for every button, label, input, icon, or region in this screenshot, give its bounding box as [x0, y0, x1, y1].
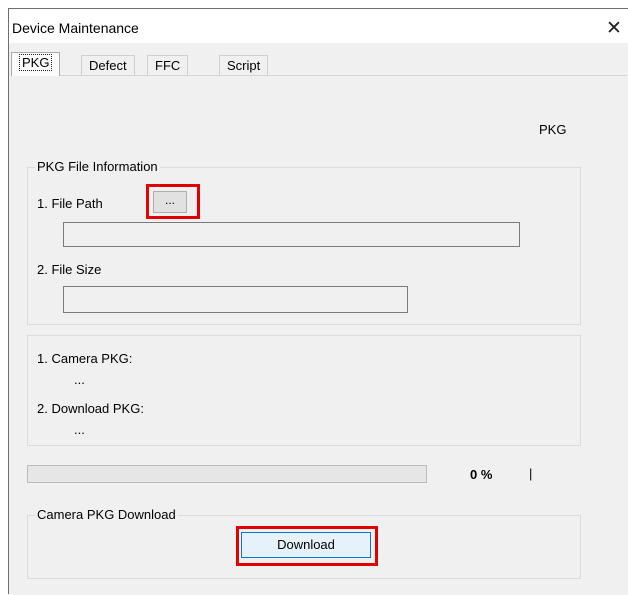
pkg-file-info-title: PKG File Information [35, 159, 160, 174]
window-title: Device Maintenance [12, 20, 139, 36]
progress-percent: 0 % [470, 467, 493, 482]
title-bar: Device Maintenance ✕ [9, 9, 628, 43]
file-size-field[interactable] [63, 286, 408, 313]
tab-pkg-label: PKG [19, 54, 53, 71]
download-pkg-label: 2. Download PKG: [37, 401, 144, 416]
file-size-label: 2. File Size [37, 262, 102, 277]
pkg-heading: PKG [539, 122, 567, 137]
tab-ffc[interactable]: FFC [147, 55, 189, 75]
file-path-label: 1. File Path [37, 196, 103, 211]
tab-pkg[interactable]: PKG [11, 52, 61, 76]
download-button[interactable]: Download [241, 532, 371, 558]
camera-pkg-value: ... [74, 372, 85, 387]
tab-strip: PKG Defect FFC Script [11, 52, 621, 76]
camera-pkg-label: 1. Camera PKG: [37, 351, 133, 366]
browse-button[interactable]: ... [153, 191, 187, 213]
download-pkg-value: ... [74, 422, 85, 437]
close-icon[interactable]: ✕ [601, 17, 627, 39]
progress-separator: | [529, 466, 533, 481]
file-path-field[interactable] [63, 222, 520, 247]
camera-pkg-download-title: Camera PKG Download [35, 507, 178, 522]
tab-script[interactable]: Script [219, 55, 269, 75]
download-progress-bar [27, 465, 427, 483]
tab-defect[interactable]: Defect [81, 55, 135, 75]
